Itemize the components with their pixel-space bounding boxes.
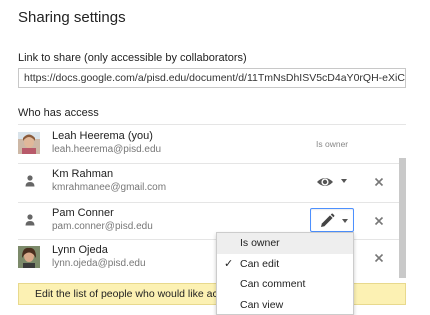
menu-item-can-edit[interactable]: ✓ Can edit bbox=[217, 254, 353, 275]
access-row: Km Rahman kmrahmanee@gmail.com bbox=[18, 164, 406, 202]
menu-item-label: Can edit bbox=[240, 257, 280, 270]
owner-role-label: Is owner bbox=[316, 139, 349, 149]
person-email: lynn.ojeda@pisd.edu bbox=[52, 258, 146, 269]
access-row-owner: Leah Heerema (you) leah.heerema@pisd.edu… bbox=[18, 126, 406, 164]
person-name: Leah Heerema (you) bbox=[52, 130, 153, 142]
permission-dropdown-button[interactable] bbox=[310, 169, 354, 193]
chevron-down-icon bbox=[342, 219, 348, 223]
pencil-icon bbox=[321, 213, 335, 227]
person-name: Lynn Ojeda bbox=[52, 244, 108, 256]
who-has-access-label: Who has access bbox=[18, 107, 99, 119]
menu-item-can-view[interactable]: Can view bbox=[217, 295, 353, 315]
dialog-title: Sharing settings bbox=[18, 9, 126, 26]
menu-item-label: Can comment bbox=[240, 278, 306, 290]
remove-person-button[interactable] bbox=[372, 251, 386, 265]
person-icon bbox=[25, 175, 35, 187]
share-link-field[interactable]: https://docs.google.com/a/pisd.edu/docum… bbox=[18, 68, 406, 88]
remove-person-button[interactable] bbox=[372, 175, 386, 189]
avatar bbox=[18, 246, 40, 268]
remove-person-button[interactable] bbox=[372, 214, 386, 228]
menu-item-label: Can view bbox=[240, 298, 284, 311]
person-name: Pam Conner bbox=[52, 207, 114, 219]
person-name: Km Rahman bbox=[52, 168, 114, 180]
divider bbox=[18, 124, 406, 125]
menu-item-is-owner[interactable]: Is owner bbox=[217, 233, 353, 254]
eye-icon bbox=[317, 178, 333, 186]
person-email: pam.conner@pisd.edu bbox=[52, 221, 153, 232]
permission-menu: Is owner ✓ Can edit Can comment Can view bbox=[216, 232, 354, 315]
person-email: leah.heerema@pisd.edu bbox=[52, 144, 162, 155]
chevron-down-icon bbox=[341, 179, 347, 183]
avatar bbox=[18, 132, 40, 154]
menu-item-label: Is owner bbox=[240, 237, 280, 249]
person-icon bbox=[25, 214, 35, 226]
link-label: Link to share (only accessible by collab… bbox=[18, 52, 247, 64]
permission-dropdown-button[interactable] bbox=[310, 208, 354, 232]
menu-item-can-comment[interactable]: Can comment bbox=[217, 274, 353, 295]
scrollbar[interactable] bbox=[399, 158, 406, 278]
person-email: kmrahmanee@gmail.com bbox=[52, 182, 167, 193]
checkmark-icon: ✓ bbox=[224, 257, 234, 270]
